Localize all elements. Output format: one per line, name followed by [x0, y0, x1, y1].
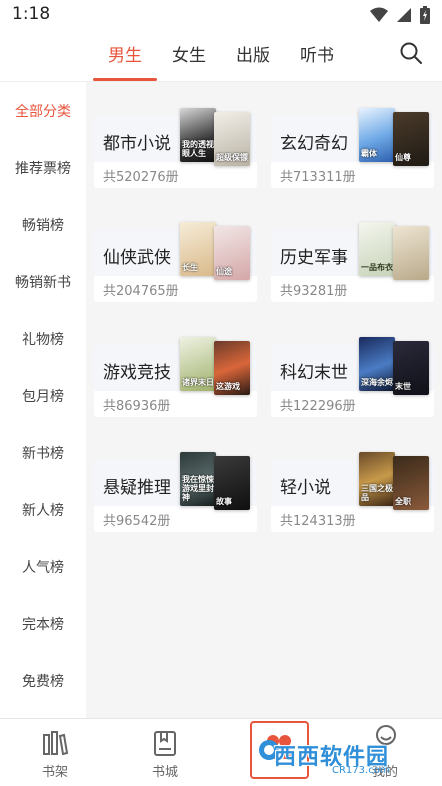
status-bar: 1:18 — [0, 0, 442, 30]
category-title: 科幻末世 — [280, 363, 348, 383]
sidebar-item-free[interactable]: 免费榜 — [0, 671, 86, 691]
category-card-scifi[interactable]: 科幻末世 共122296册 深海余烬 末世 — [271, 337, 434, 417]
top-tabs: 男生 女生 出版 听书 — [0, 30, 442, 82]
category-count: 共93281册 — [280, 284, 348, 299]
book-cover: 这游戏 — [214, 341, 250, 395]
book-cover: 三国之极品 — [359, 452, 395, 506]
book-cover: 深海余烬 — [359, 337, 395, 391]
category-grid: 都市小说 共520276册 我的透视眼人生 超级保镖 玄幻奇幻 共713311册… — [86, 82, 442, 718]
sidebar-item-new-bestseller[interactable]: 畅销新书 — [0, 272, 86, 292]
tab-audiobook[interactable]: 听书 — [300, 41, 334, 66]
category-title: 历史军事 — [280, 248, 348, 268]
sidebar-item-popularity[interactable]: 人气榜 — [0, 557, 86, 577]
tab-female[interactable]: 女生 — [172, 41, 206, 66]
watermark-sub: CR173.com — [332, 765, 390, 776]
active-tab-indicator — [93, 78, 157, 81]
sidebar-item-monthly[interactable]: 包月榜 — [0, 386, 86, 406]
book-cover: 仙尊 — [393, 112, 429, 166]
nav-bookshelf[interactable]: 书架 — [0, 719, 110, 786]
sidebar-item-recommend-votes[interactable]: 推荐票榜 — [0, 158, 86, 178]
bottom-navigation: 书架 书城 我的 西西软件园 CR173.com — [0, 718, 442, 786]
sidebar-item-bestseller[interactable]: 畅销榜 — [0, 215, 86, 235]
ranking-sidebar: 全部分类 推荐票榜 畅销榜 畅销新书 礼物榜 包月榜 新书榜 新人榜 人气榜 完… — [0, 82, 86, 718]
book-cover: 我的透视眼人生 — [180, 108, 216, 162]
status-icons — [370, 6, 430, 24]
book-cover: 我在惊悚游戏里封神 — [180, 452, 216, 506]
tab-male[interactable]: 男生 — [108, 41, 142, 66]
wifi-icon — [370, 7, 388, 22]
battery-icon — [420, 6, 430, 24]
bookstore-icon — [154, 731, 176, 756]
category-count: 共204765册 — [103, 284, 179, 299]
nav-bookstore[interactable]: 书城 — [110, 719, 220, 786]
bookshelf-icon — [43, 731, 69, 756]
book-cover — [393, 226, 429, 280]
category-title: 悬疑推理 — [103, 478, 171, 498]
category-count: 共96542册 — [103, 514, 171, 529]
category-title: 仙侠武侠 — [103, 248, 171, 268]
sidebar-item-all-categories[interactable]: 全部分类 — [0, 101, 86, 121]
category-card-history[interactable]: 历史军事 共93281册 一品布衣 — [271, 222, 434, 302]
tab-publish[interactable]: 出版 — [236, 41, 270, 66]
category-card-xianxia[interactable]: 仙侠武侠 共204765册 长生 仙途 — [94, 222, 257, 302]
category-title: 玄幻奇幻 — [280, 134, 348, 154]
category-card-light-novel[interactable]: 轻小说 共124313册 三国之极品 全职 — [271, 452, 434, 532]
book-cover: 末世 — [393, 341, 429, 395]
sidebar-item-new-books[interactable]: 新书榜 — [0, 443, 86, 463]
nav-label: 书城 — [151, 765, 178, 780]
category-title: 轻小说 — [280, 478, 331, 498]
book-cover: 全职 — [393, 456, 429, 510]
category-count: 共122296册 — [280, 399, 356, 414]
category-card-gaming[interactable]: 游戏竞技 共86936册 诸界末日 这游戏 — [94, 337, 257, 417]
category-card-fantasy[interactable]: 玄幻奇幻 共713311册 霸体 仙尊 — [271, 108, 434, 188]
nav-label: 书架 — [41, 765, 68, 780]
category-title: 游戏竞技 — [103, 363, 171, 383]
search-icon[interactable] — [398, 40, 424, 66]
book-cover: 长生 — [180, 222, 216, 276]
book-cover: 一品布衣 — [359, 222, 395, 276]
watermark-logo: 西西软件园 CR173.com — [258, 735, 428, 779]
sidebar-item-gift[interactable]: 礼物榜 — [0, 329, 86, 349]
category-count: 共520276册 — [103, 170, 179, 185]
book-cover: 霸体 — [359, 108, 395, 162]
book-cover: 故事 — [214, 456, 250, 510]
book-cover: 诸界末日 — [180, 337, 216, 391]
category-card-mystery[interactable]: 悬疑推理 共96542册 我在惊悚游戏里封神 故事 — [94, 452, 257, 532]
sidebar-item-completed[interactable]: 完本榜 — [0, 614, 86, 634]
category-title: 都市小说 — [103, 134, 171, 154]
book-cover: 仙途 — [214, 226, 250, 280]
category-card-urban[interactable]: 都市小说 共520276册 我的透视眼人生 超级保镖 — [94, 108, 257, 188]
category-count: 共124313册 — [280, 514, 356, 529]
category-count: 共713311册 — [280, 170, 356, 185]
sidebar-item-new-authors[interactable]: 新人榜 — [0, 500, 86, 520]
signal-icon — [397, 8, 411, 22]
book-cover: 超级保镖 — [214, 112, 250, 166]
category-count: 共86936册 — [103, 399, 171, 414]
status-time: 1:18 — [12, 4, 51, 24]
